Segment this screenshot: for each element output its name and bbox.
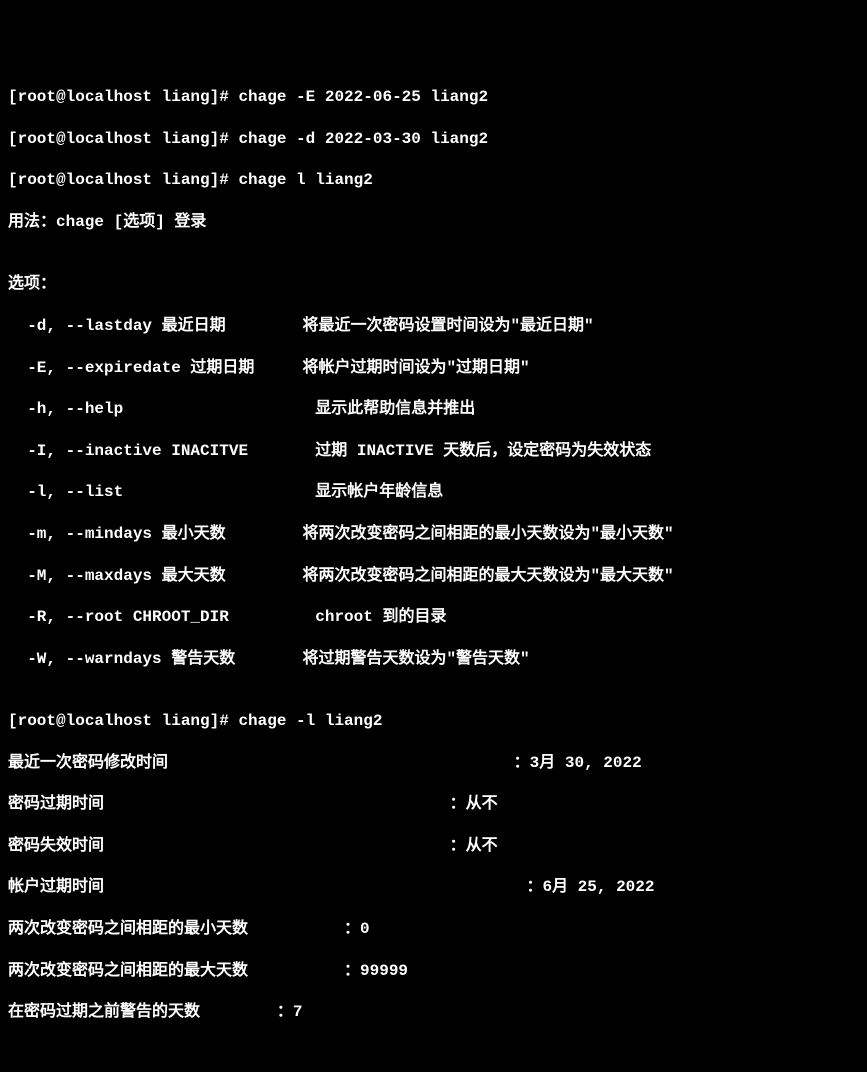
terminal-line: [root@localhost liang]# chage -E 2022-06… [8, 87, 859, 108]
info-warn-days: 在密码过期之前警告的天数 ：7 [8, 1002, 859, 1023]
option-inactive: -I, --inactive INACITVE 过期 INACTIVE 天数后，… [8, 441, 859, 462]
option-lastday: -d, --lastday 最近日期 将最近一次密码设置时间设为"最近日期" [8, 316, 859, 337]
terminal-line: [root@localhost liang]# chage -d 2022-03… [8, 129, 859, 150]
info-max-days: 两次改变密码之间相距的最大天数 ：99999 [8, 961, 859, 982]
info-account-expires: 帐户过期时间 ：6月 25, 2022 [8, 877, 859, 898]
terminal-line: [root@localhost liang]# chage -l liang2 [8, 711, 859, 732]
option-list: -l, --list 显示帐户年龄信息 [8, 482, 859, 503]
option-expiredate: -E, --expiredate 过期日期 将帐户过期时间设为"过期日期" [8, 358, 859, 379]
info-password-expires: 密码过期时间 ：从不 [8, 794, 859, 815]
option-root: -R, --root CHROOT_DIR chroot 到的目录 [8, 607, 859, 628]
terminal-line: [root@localhost liang]# chage l liang2 [8, 170, 859, 191]
info-min-days: 两次改变密码之间相距的最小天数 ：0 [8, 919, 859, 940]
option-warndays: -W, --warndays 警告天数 将过期警告天数设为"警告天数" [8, 649, 859, 670]
usage-line: 用法：chage [选项] 登录 [8, 212, 859, 233]
info-last-password-change: 最近一次密码修改时间 ：3月 30, 2022 [8, 753, 859, 774]
option-help: -h, --help 显示此帮助信息并推出 [8, 399, 859, 420]
options-header: 选项： [8, 274, 859, 295]
option-maxdays: -M, --maxdays 最大天数 将两次改变密码之间相距的最大天数设为"最大… [8, 566, 859, 587]
info-password-inactive: 密码失效时间 ：从不 [8, 836, 859, 857]
option-mindays: -m, --mindays 最小天数 将两次改变密码之间相距的最小天数设为"最小… [8, 524, 859, 545]
